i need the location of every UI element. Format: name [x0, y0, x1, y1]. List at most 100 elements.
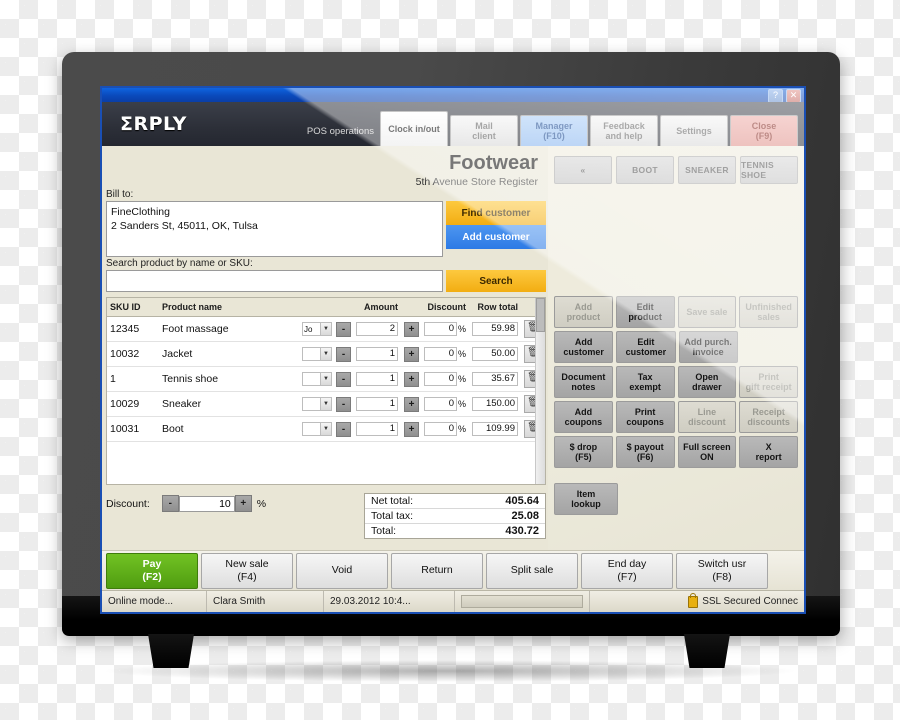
action-new-sale-button[interactable]: New sale (F4) [201, 552, 293, 589]
nav-feedback-and-help[interactable]: Feedback and help [590, 115, 658, 146]
product-group-tabs: « BOOT SNEAKER TENNIS SHOE [548, 146, 804, 184]
quantity-decrement-button[interactable]: - [336, 346, 351, 362]
quantity-increment-button[interactable]: + [404, 346, 419, 362]
table-row[interactable]: 10031 Boot ▼ -1 +0% 109.99 🗑 [107, 416, 545, 442]
discount-decrement-button[interactable]: - [161, 495, 179, 512]
discount-input[interactable]: 0 [424, 322, 457, 336]
table-row[interactable]: 12345 Foot massage Jo ▼ -2 +0% 59.98 🗑 [107, 316, 545, 342]
screen-body: Footwear 5th Avenue Store Register Bill … [102, 146, 804, 612]
help-icon[interactable]: ? [768, 89, 783, 103]
action-split-sale-button[interactable]: Split sale [486, 552, 578, 589]
cell-decrement: - [333, 316, 353, 342]
bill-to-field[interactable]: FineClothing 2 Sanders St, 45011, OK, Tu… [106, 201, 443, 257]
fn-button-add-coupons[interactable]: Add coupons [554, 401, 613, 433]
quantity-input[interactable]: 1 [356, 397, 398, 411]
product-tab-2[interactable]: SNEAKER [678, 156, 736, 184]
table-row[interactable]: 10032 Jacket ▼ -1 +0% 50.00 🗑 [107, 341, 545, 367]
action-end-day-button[interactable]: End day (F7) [581, 552, 673, 589]
cell-increment: + [401, 341, 421, 367]
fn-button-unfinished-sales[interactable]: Unfinished sales [739, 296, 798, 328]
action-switch-usr-button[interactable]: Switch usr (F8) [676, 552, 768, 589]
discount-input[interactable]: 0 [424, 397, 457, 411]
variant-dropdown[interactable]: ▼ [302, 372, 332, 386]
quantity-input[interactable]: 2 [356, 322, 398, 336]
fn-button-tax-exempt[interactable]: Tax exempt [615, 366, 675, 398]
quantity-decrement-button[interactable]: - [336, 371, 351, 387]
variant-dropdown[interactable]: ▼ [302, 347, 332, 361]
find-customer-button[interactable]: Find customer [446, 201, 546, 225]
fn-button-document-notes[interactable]: Document notes [554, 366, 613, 398]
cell-product-name: Foot massage [159, 316, 299, 342]
variant-dropdown[interactable]: Jo ▼ [302, 322, 332, 336]
fn-button-open-drawer[interactable]: Open drawer [677, 366, 737, 398]
table-row[interactable]: 10029 Sneaker ▼ -1 +0% 150.00 🗑 [107, 391, 545, 417]
fn-button-edit-product[interactable]: Edit product [615, 296, 675, 328]
fn-button-label: Edit [636, 301, 654, 312]
discount-input[interactable]: 0 [424, 422, 457, 436]
nav-settings[interactable]: Settings [660, 115, 728, 146]
fn-button-receipt-discounts[interactable]: Receipt discounts [739, 401, 798, 433]
item-lookup-button[interactable]: Item lookup [554, 483, 618, 515]
product-tab-3[interactable]: TENNIS SHOE [740, 156, 798, 184]
table-scrollbar[interactable] [535, 298, 545, 484]
fn-button-print-gift-receipt[interactable]: Print gift receipt [739, 366, 798, 398]
table-scrollbar-thumb[interactable] [536, 298, 545, 332]
fn-button-add-purch-invoice[interactable]: Add purch. invoice [678, 331, 738, 363]
quantity-increment-button[interactable]: + [404, 371, 419, 387]
variant-dropdown[interactable]: ▼ [302, 397, 332, 411]
product-tab-0[interactable]: « [554, 156, 612, 184]
quantity-decrement-button[interactable]: - [336, 321, 351, 337]
product-tab-1[interactable]: BOOT [616, 156, 674, 184]
nav-close[interactable]: Close (F9) [730, 115, 798, 146]
fn-button-sublabel: invoice [692, 347, 724, 357]
quantity-input[interactable]: 1 [356, 372, 398, 386]
cell-decrement: - [333, 416, 353, 442]
cell-amount: 1 [353, 391, 401, 417]
quantity-decrement-button[interactable]: - [336, 396, 351, 412]
quantity-increment-button[interactable]: + [404, 396, 419, 412]
nav-manager[interactable]: Manager (F10) [520, 115, 588, 146]
search-input[interactable] [106, 270, 443, 292]
nav-mail-client[interactable]: Mail client [450, 115, 518, 146]
search-label: Search product by name or SKU: [106, 258, 253, 269]
fn-button-edit-customer[interactable]: Edit customer [616, 331, 676, 363]
fn-button-print-coupons[interactable]: Print coupons [615, 401, 675, 433]
total-tax-value: 25.08 [511, 510, 539, 522]
fn-button-add-product[interactable]: Add product [554, 296, 613, 328]
discount-input[interactable]: 0 [424, 372, 457, 386]
action-void-button[interactable]: Void [296, 552, 388, 589]
nav-clock-in-out[interactable]: Clock in/out [380, 111, 448, 146]
erply-logo: ΣRPLY [120, 113, 187, 135]
fn-button-label: $ drop [569, 441, 598, 452]
action-pay-button[interactable]: Pay (F2) [106, 552, 198, 589]
cell-increment: + [401, 416, 421, 442]
quantity-increment-button[interactable]: + [404, 321, 419, 337]
fn-button-payout-f6[interactable]: $ payout (F6) [615, 436, 675, 468]
cell-amount: 1 [353, 416, 401, 442]
discount-input[interactable]: 0 [424, 347, 457, 361]
bill-to-row: FineClothing 2 Sanders St, 45011, OK, Tu… [102, 201, 548, 257]
fn-button-add-customer[interactable]: Add customer [554, 331, 614, 363]
fn-button-empty [741, 331, 798, 361]
add-customer-button[interactable]: Add customer [446, 225, 546, 249]
cell-amount: 1 [353, 366, 401, 392]
fn-button-line-discount[interactable]: Line discount [677, 401, 737, 433]
fn-button-drop-f5[interactable]: $ drop (F5) [554, 436, 613, 468]
quantity-input[interactable]: 1 [356, 422, 398, 436]
table-row[interactable]: 1 Tennis shoe ▼ -1 +0% 35.67 🗑 [107, 366, 545, 392]
variant-dropdown[interactable]: ▼ [302, 422, 332, 436]
quantity-increment-button[interactable]: + [404, 421, 419, 437]
quantity-input[interactable]: 1 [356, 347, 398, 361]
action-return-button[interactable]: Return [391, 552, 483, 589]
discount-increment-button[interactable]: + [234, 495, 252, 512]
discount-input[interactable]: 10 [178, 495, 235, 512]
fn-button-label: Full screen [683, 441, 731, 452]
nav-sublabel: client [472, 131, 496, 141]
function-button-row: Document notes Tax exempt Open drawer Print gif… [554, 366, 798, 398]
search-button[interactable]: Search [446, 270, 546, 292]
fn-button-full-screen-on[interactable]: Full screen ON [677, 436, 737, 468]
close-icon[interactable]: ✕ [786, 89, 801, 103]
quantity-decrement-button[interactable]: - [336, 421, 351, 437]
fn-button-x-report[interactable]: Xreport [739, 436, 798, 468]
fn-button-save-sale[interactable]: Save sale [677, 296, 737, 328]
